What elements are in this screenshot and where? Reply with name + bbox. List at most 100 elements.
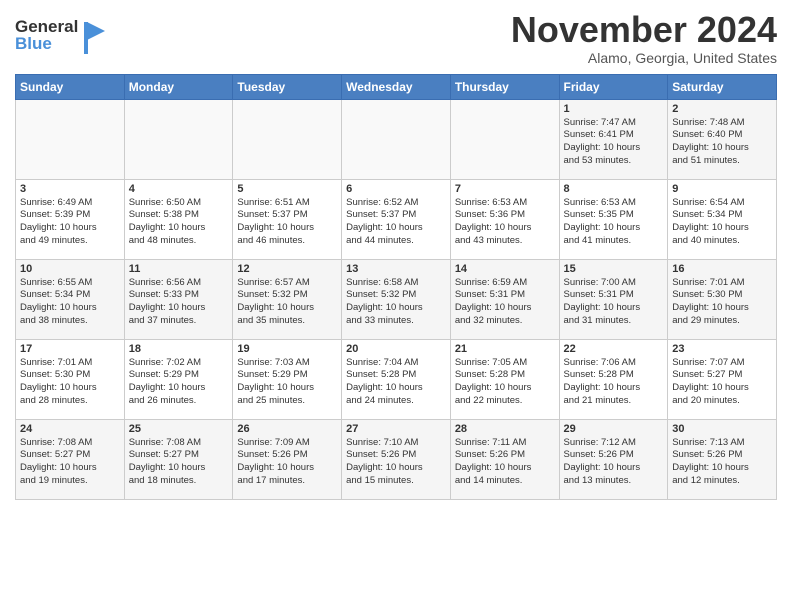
table-row: 6 Sunrise: 6:52 AM Sunset: 5:37 PM Daylig…: [342, 179, 451, 259]
day-number: 2: [672, 103, 772, 115]
day-number: 14: [455, 263, 555, 275]
location-subtitle: Alamo, Georgia, United States: [511, 50, 777, 66]
day-info: Sunrise: 6:50 AM Sunset: 5:38 PM Dayligh…: [129, 197, 229, 248]
svg-text:Blue: Blue: [15, 34, 52, 53]
table-row: 17 Sunrise: 7:01 AM Sunset: 5:30 PM Dayli…: [16, 339, 125, 419]
day-info: Sunrise: 7:03 AM Sunset: 5:29 PM Dayligh…: [237, 357, 337, 408]
table-row: 26 Sunrise: 7:09 AM Sunset: 5:26 PM Dayli…: [233, 419, 342, 499]
table-row: 1Sunrise: 7:47 AM Sunset: 6:41 PM Daylig…: [559, 99, 668, 179]
table-row: 23 Sunrise: 7:07 AM Sunset: 5:27 PM Dayli…: [668, 339, 777, 419]
table-row: 3Sunrise: 6:49 AM Sunset: 5:39 PM Daylig…: [16, 179, 125, 259]
table-row: 29 Sunrise: 7:12 AM Sunset: 5:26 PM Dayli…: [559, 419, 668, 499]
table-row: 9 Sunrise: 6:54 AM Sunset: 5:34 PM Daylig…: [668, 179, 777, 259]
table-row: [16, 99, 125, 179]
day-number: 29: [564, 423, 664, 435]
day-info: Sunrise: 6:59 AM Sunset: 5:31 PM Dayligh…: [455, 277, 555, 328]
day-info: Sunrise: 6:53 AM Sunset: 5:35 PM Dayligh…: [564, 197, 664, 248]
day-info: Sunrise: 7:01 AM Sunset: 5:30 PM Dayligh…: [672, 277, 772, 328]
day-number: 17: [20, 343, 120, 355]
day-number: 15: [564, 263, 664, 275]
table-row: 22 Sunrise: 7:06 AM Sunset: 5:28 PM Dayli…: [559, 339, 668, 419]
header: General Blue November 2024 Alamo, Georgi…: [15, 10, 777, 66]
table-row: 12 Sunrise: 6:57 AM Sunset: 5:32 PM Dayli…: [233, 259, 342, 339]
col-friday: Friday: [559, 74, 668, 99]
table-row: 16 Sunrise: 7:01 AM Sunset: 5:30 PM Dayli…: [668, 259, 777, 339]
table-row: 27Sunrise: 7:10 AM Sunset: 5:26 PM Dayli…: [342, 419, 451, 499]
table-row: 20 Sunrise: 7:04 AM Sunset: 5:28 PM Dayli…: [342, 339, 451, 419]
day-number: 23: [672, 343, 772, 355]
table-row: 8Sunrise: 6:53 AM Sunset: 5:35 PM Daylig…: [559, 179, 668, 259]
day-number: 9: [672, 183, 772, 195]
day-info: Sunrise: 7:05 AM Sunset: 5:28 PM Dayligh…: [455, 357, 555, 408]
day-info: Sunrise: 6:55 AM Sunset: 5:34 PM Dayligh…: [20, 277, 120, 328]
day-info: Sunrise: 6:58 AM Sunset: 5:32 PM Dayligh…: [346, 277, 446, 328]
day-number: 20: [346, 343, 446, 355]
day-info: Sunrise: 7:07 AM Sunset: 5:27 PM Dayligh…: [672, 357, 772, 408]
day-info: Sunrise: 6:56 AM Sunset: 5:33 PM Dayligh…: [129, 277, 229, 328]
logo: General Blue: [15, 14, 110, 64]
logo-text: General Blue: [15, 14, 110, 64]
table-row: 15 Sunrise: 7:00 AM Sunset: 5:31 PM Dayli…: [559, 259, 668, 339]
day-number: 26: [237, 423, 337, 435]
table-row: 18Sunrise: 7:02 AM Sunset: 5:29 PM Dayli…: [124, 339, 233, 419]
week-row-5: 24Sunrise: 7:08 AM Sunset: 5:27 PM Dayli…: [16, 419, 777, 499]
title-block: November 2024 Alamo, Georgia, United Sta…: [511, 10, 777, 66]
day-number: 21: [455, 343, 555, 355]
table-row: 5 Sunrise: 6:51 AM Sunset: 5:37 PM Daylig…: [233, 179, 342, 259]
day-number: 13: [346, 263, 446, 275]
table-row: [233, 99, 342, 179]
day-info: Sunrise: 7:08 AM Sunset: 5:27 PM Dayligh…: [20, 437, 120, 488]
table-row: 24Sunrise: 7:08 AM Sunset: 5:27 PM Dayli…: [16, 419, 125, 499]
table-row: 7 Sunrise: 6:53 AM Sunset: 5:36 PM Daylig…: [450, 179, 559, 259]
table-row: 28Sunrise: 7:11 AM Sunset: 5:26 PM Dayli…: [450, 419, 559, 499]
day-info: Sunrise: 7:04 AM Sunset: 5:28 PM Dayligh…: [346, 357, 446, 408]
day-number: 7: [455, 183, 555, 195]
day-info: Sunrise: 7:08 AM Sunset: 5:27 PM Dayligh…: [129, 437, 229, 488]
table-row: 13 Sunrise: 6:58 AM Sunset: 5:32 PM Dayli…: [342, 259, 451, 339]
col-monday: Monday: [124, 74, 233, 99]
table-row: 11 Sunrise: 6:56 AM Sunset: 5:33 PM Dayli…: [124, 259, 233, 339]
day-number: 19: [237, 343, 337, 355]
table-row: 19 Sunrise: 7:03 AM Sunset: 5:29 PM Dayli…: [233, 339, 342, 419]
day-number: 30: [672, 423, 772, 435]
day-info: Sunrise: 7:00 AM Sunset: 5:31 PM Dayligh…: [564, 277, 664, 328]
day-info: Sunrise: 6:51 AM Sunset: 5:37 PM Dayligh…: [237, 197, 337, 248]
col-thursday: Thursday: [450, 74, 559, 99]
calendar-table: Sunday Monday Tuesday Wednesday Thursday…: [15, 74, 777, 500]
day-number: 22: [564, 343, 664, 355]
table-row: 10Sunrise: 6:55 AM Sunset: 5:34 PM Dayli…: [16, 259, 125, 339]
week-row-3: 10Sunrise: 6:55 AM Sunset: 5:34 PM Dayli…: [16, 259, 777, 339]
page-container: General Blue November 2024 Alamo, Georgi…: [0, 0, 792, 505]
col-wednesday: Wednesday: [342, 74, 451, 99]
day-info: Sunrise: 7:06 AM Sunset: 5:28 PM Dayligh…: [564, 357, 664, 408]
day-info: Sunrise: 7:09 AM Sunset: 5:26 PM Dayligh…: [237, 437, 337, 488]
day-number: 5: [237, 183, 337, 195]
day-number: 16: [672, 263, 772, 275]
week-row-2: 3Sunrise: 6:49 AM Sunset: 5:39 PM Daylig…: [16, 179, 777, 259]
day-info: Sunrise: 6:54 AM Sunset: 5:34 PM Dayligh…: [672, 197, 772, 248]
day-info: Sunrise: 7:01 AM Sunset: 5:30 PM Dayligh…: [20, 357, 120, 408]
day-number: 1: [564, 103, 664, 115]
day-info: Sunrise: 6:57 AM Sunset: 5:32 PM Dayligh…: [237, 277, 337, 328]
table-row: 21 Sunrise: 7:05 AM Sunset: 5:28 PM Dayli…: [450, 339, 559, 419]
table-row: 30 Sunrise: 7:13 AM Sunset: 5:26 PM Dayli…: [668, 419, 777, 499]
day-number: 25: [129, 423, 229, 435]
day-info: Sunrise: 6:53 AM Sunset: 5:36 PM Dayligh…: [455, 197, 555, 248]
day-info: Sunrise: 7:13 AM Sunset: 5:26 PM Dayligh…: [672, 437, 772, 488]
day-number: 11: [129, 263, 229, 275]
day-info: Sunrise: 6:52 AM Sunset: 5:37 PM Dayligh…: [346, 197, 446, 248]
col-tuesday: Tuesday: [233, 74, 342, 99]
day-number: 6: [346, 183, 446, 195]
day-info: Sunrise: 7:48 AM Sunset: 6:40 PM Dayligh…: [672, 117, 772, 168]
table-row: 4Sunrise: 6:50 AM Sunset: 5:38 PM Daylig…: [124, 179, 233, 259]
table-row: 2 Sunrise: 7:48 AM Sunset: 6:40 PM Daylig…: [668, 99, 777, 179]
week-row-4: 17 Sunrise: 7:01 AM Sunset: 5:30 PM Dayli…: [16, 339, 777, 419]
day-info: Sunrise: 7:10 AM Sunset: 5:26 PM Dayligh…: [346, 437, 446, 488]
table-row: [342, 99, 451, 179]
day-number: 18: [129, 343, 229, 355]
day-info: Sunrise: 7:12 AM Sunset: 5:26 PM Dayligh…: [564, 437, 664, 488]
col-sunday: Sunday: [16, 74, 125, 99]
day-info: Sunrise: 6:49 AM Sunset: 5:39 PM Dayligh…: [20, 197, 120, 248]
day-number: 12: [237, 263, 337, 275]
table-row: [450, 99, 559, 179]
